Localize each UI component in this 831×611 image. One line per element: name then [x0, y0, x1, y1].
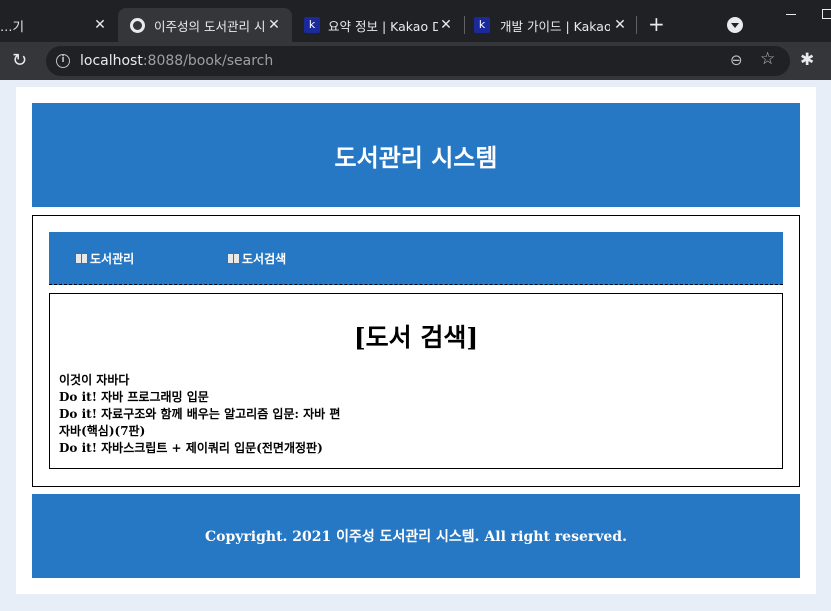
search-panel: [도서 검색] 이것이 자바다 Do it! 자바 프로그래밍 입문 Do it…: [49, 293, 783, 469]
site-title: 도서관리 시스템: [334, 142, 498, 172]
site-header: 도서관리 시스템: [32, 103, 800, 207]
footer-text: Copyright. 2021 이주성 도서관리 시스템. All right …: [205, 529, 627, 545]
reload-icon[interactable]: ↻: [12, 51, 27, 71]
zoom-icon[interactable]: ⊖: [730, 51, 743, 69]
minimize-icon[interactable]: [786, 14, 796, 15]
page-container: 도서관리 시스템 도서관리 도서검색 [도서 검색] 이것이 자바다 Do it…: [16, 87, 816, 594]
browser-tab-strip: …기 ✕ 이주성의 도서관리 시 ✕ k 요약 정보 | Kakao D ✕ k…: [0, 0, 831, 42]
extensions-icon[interactable]: ✱: [800, 50, 814, 70]
browser-tab-active[interactable]: 이주성의 도서관리 시 ✕: [118, 8, 292, 42]
list-item: Do it! 자료구조와 함께 배우는 알고리즘 입문: 자바 편: [59, 407, 341, 421]
nav-bar: 도서관리 도서검색: [49, 232, 783, 285]
browser-tab[interactable]: …기 ✕: [0, 8, 118, 42]
nav-item-label: 도서검색: [242, 252, 287, 266]
page-title: [도서 검색]: [353, 323, 479, 352]
tab-title: …기: [0, 18, 25, 34]
close-icon[interactable]: ✕: [612, 17, 628, 33]
list-item: Do it! 자바스크립트 + 제이쿼리 입문(전면개정판): [59, 441, 323, 455]
close-icon[interactable]: ✕: [438, 17, 454, 33]
nav-item-label: 도서관리: [90, 252, 135, 266]
new-tab-button[interactable]: +: [648, 14, 665, 34]
close-icon[interactable]: ✕: [266, 17, 282, 33]
book-icon: [75, 253, 88, 264]
list-item: 이것이 자바다: [59, 373, 130, 387]
nav-item-book-manage[interactable]: 도서관리: [75, 250, 134, 267]
browser-tab[interactable]: k 요약 정보 | Kakao D ✕: [294, 8, 464, 42]
globe-icon: [130, 18, 145, 33]
kakao-k-icon: k: [474, 17, 490, 33]
info-icon[interactable]: i: [56, 54, 70, 68]
menu-icon[interactable]: ⋮: [825, 52, 831, 71]
url-path: :8088/book/search: [142, 53, 274, 69]
book-list: 이것이 자바다 Do it! 자바 프로그래밍 입문 Do it! 자료구조와 …: [59, 372, 340, 457]
tab-title: 개발 가이드 | Kakao: [500, 18, 610, 34]
bookmark-star-icon[interactable]: ☆: [760, 49, 775, 69]
list-item: 자바(핵심)(7판): [59, 424, 146, 438]
address-bar[interactable]: i localhost:8088/book/search ⊖ ☆: [46, 46, 790, 76]
tab-search-icon[interactable]: [727, 17, 743, 33]
list-item: Do it! 자바 프로그래밍 입문: [59, 390, 209, 404]
url-host: localhost: [80, 53, 143, 69]
kakao-k-icon: k: [304, 17, 320, 33]
close-icon[interactable]: ✕: [92, 17, 108, 33]
maximize-icon[interactable]: [822, 9, 831, 19]
site-footer: Copyright. 2021 이주성 도서관리 시스템. All right …: [32, 494, 800, 578]
nav-item-book-search[interactable]: 도서검색: [227, 250, 286, 267]
tab-separator: [636, 16, 637, 34]
url-text[interactable]: localhost:8088/book/search: [80, 53, 273, 69]
browser-tab[interactable]: k 개발 가이드 | Kakao ✕: [464, 8, 638, 42]
book-icon: [227, 253, 240, 264]
browser-toolbar: ↻ i localhost:8088/book/search ⊖ ☆ ✱ ⋮: [0, 42, 831, 80]
tab-title: 이주성의 도서관리 시: [154, 18, 266, 34]
tab-title: 요약 정보 | Kakao D: [328, 18, 438, 34]
content-box: 도서관리 도서검색 [도서 검색] 이것이 자바다 Do it! 자바 프로그래…: [32, 215, 800, 487]
